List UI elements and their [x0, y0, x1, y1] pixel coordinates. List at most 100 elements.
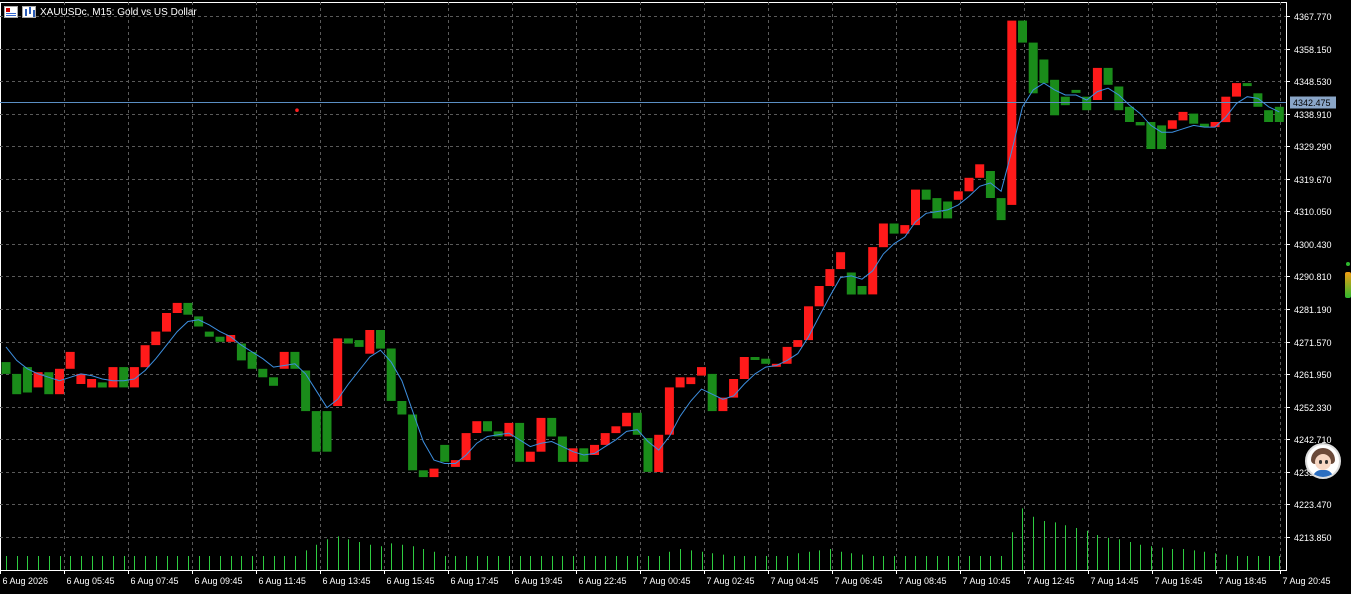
- candle: [183, 302, 193, 315]
- candle: [376, 330, 385, 349]
- y-tick-label: 4261.950: [1294, 370, 1332, 380]
- chart-type-icon: [22, 6, 36, 18]
- candle: [408, 414, 418, 471]
- candle: [975, 164, 985, 178]
- candle: [878, 223, 888, 248]
- candle: [87, 379, 97, 388]
- candle: [301, 370, 311, 412]
- candle: [108, 367, 118, 388]
- x-tick-label: 6 Aug 17:45: [451, 576, 499, 586]
- candle: [825, 269, 835, 286]
- candle: [172, 302, 182, 313]
- candle: [1028, 42, 1038, 94]
- candle: [397, 401, 407, 415]
- candle: [1232, 83, 1241, 97]
- side-indicator-icon[interactable]: [1345, 262, 1351, 302]
- y-tick-label: 4281.190: [1294, 305, 1332, 315]
- candle: [1178, 111, 1188, 121]
- candle: [215, 336, 225, 342]
- y-tick-label: 4310.050: [1294, 207, 1332, 217]
- y-tick-label: 4271.570: [1294, 338, 1332, 348]
- candle: [1092, 67, 1102, 100]
- candle: [258, 368, 268, 378]
- candle: [750, 357, 760, 360]
- candle: [12, 373, 22, 395]
- candle: [97, 382, 107, 388]
- candle: [1125, 106, 1134, 122]
- x-tick-label: 6 Aug 22:45: [579, 576, 627, 586]
- candle: [1189, 113, 1199, 124]
- x-tick-label: 6 Aug 15:45: [387, 576, 435, 586]
- candle: [151, 331, 161, 346]
- candle: [761, 358, 771, 364]
- candle: [55, 368, 64, 395]
- x-tick-label: 7 Aug 12:45: [1027, 576, 1075, 586]
- candle: [739, 357, 749, 379]
- candle: [1050, 79, 1060, 116]
- candle: [1264, 110, 1274, 122]
- candle: [729, 379, 739, 398]
- candle: [322, 411, 332, 452]
- x-tick-label: 7 Aug 20:45: [1283, 576, 1331, 586]
- candle: [889, 223, 899, 234]
- x-tick-label: 7 Aug 08:45: [899, 576, 947, 586]
- candle: [386, 348, 396, 401]
- assistant-avatar-icon[interactable]: [1305, 443, 1341, 479]
- y-tick-label: 4338.910: [1294, 110, 1332, 120]
- candle: [1018, 20, 1027, 43]
- price-chart[interactable]: 4367.770 4358.150 4348.530 4338.910 4329.290…: [0, 0, 1351, 594]
- x-tick-label: 6 Aug 19:45: [515, 576, 563, 586]
- trade-marker: [295, 108, 299, 112]
- candle: [611, 426, 621, 434]
- y-tick-label: 4290.810: [1294, 272, 1332, 282]
- candle: [921, 189, 931, 200]
- y-tick-label: 4223.470: [1294, 500, 1332, 510]
- candle: [354, 340, 364, 347]
- candle: [836, 252, 846, 270]
- candle: [22, 367, 32, 393]
- candle: [857, 286, 867, 295]
- symbol-flag-icon: [4, 6, 18, 18]
- candle: [1103, 67, 1113, 85]
- x-tick-label: 6 Aug 05:45: [67, 576, 115, 586]
- candle: [504, 422, 514, 437]
- candle: [697, 367, 706, 376]
- candle: [1253, 93, 1263, 107]
- candle: [440, 444, 450, 462]
- candle: [782, 346, 792, 364]
- candle: [226, 335, 236, 342]
- candle: [1, 362, 11, 374]
- y-tick-label: 4329.290: [1294, 142, 1332, 152]
- candle: [675, 377, 685, 388]
- candle: [269, 377, 278, 386]
- candle: [814, 286, 824, 307]
- candle: [162, 313, 171, 332]
- candle: [119, 367, 129, 388]
- candle: [1060, 96, 1070, 106]
- y-tick-label: 4213.850: [1294, 533, 1332, 543]
- candle: [1007, 20, 1017, 205]
- candle: [1071, 89, 1081, 93]
- candle: [472, 421, 482, 433]
- candle: [525, 451, 535, 462]
- x-tick-label: 7 Aug 10:45: [963, 576, 1011, 586]
- candle: [1135, 122, 1145, 126]
- x-tick-label: 6 Aug 09:45: [195, 576, 243, 586]
- chart-title: XAUUSDc, M15: Gold vs US Dollar: [40, 6, 197, 18]
- candle: [547, 417, 557, 437]
- y-tick-label: 4252.330: [1294, 403, 1332, 413]
- x-tick-label: 7 Aug 16:45: [1155, 576, 1203, 586]
- candle: [129, 367, 139, 388]
- y-tick-label: 4319.670: [1294, 175, 1332, 185]
- candle: [1167, 120, 1177, 129]
- candle: [643, 438, 653, 472]
- candle: [985, 171, 995, 198]
- x-tick-label: 6 Aug 07:45: [131, 576, 179, 586]
- candle: [953, 191, 963, 200]
- candle: [365, 330, 375, 354]
- x-tick-label: 7 Aug 04:45: [771, 576, 819, 586]
- y-tick-label: 4367.770: [1294, 12, 1332, 22]
- candle: [793, 340, 803, 347]
- candle: [1039, 59, 1049, 84]
- x-tick-label: 6 Aug 2026: [3, 576, 49, 586]
